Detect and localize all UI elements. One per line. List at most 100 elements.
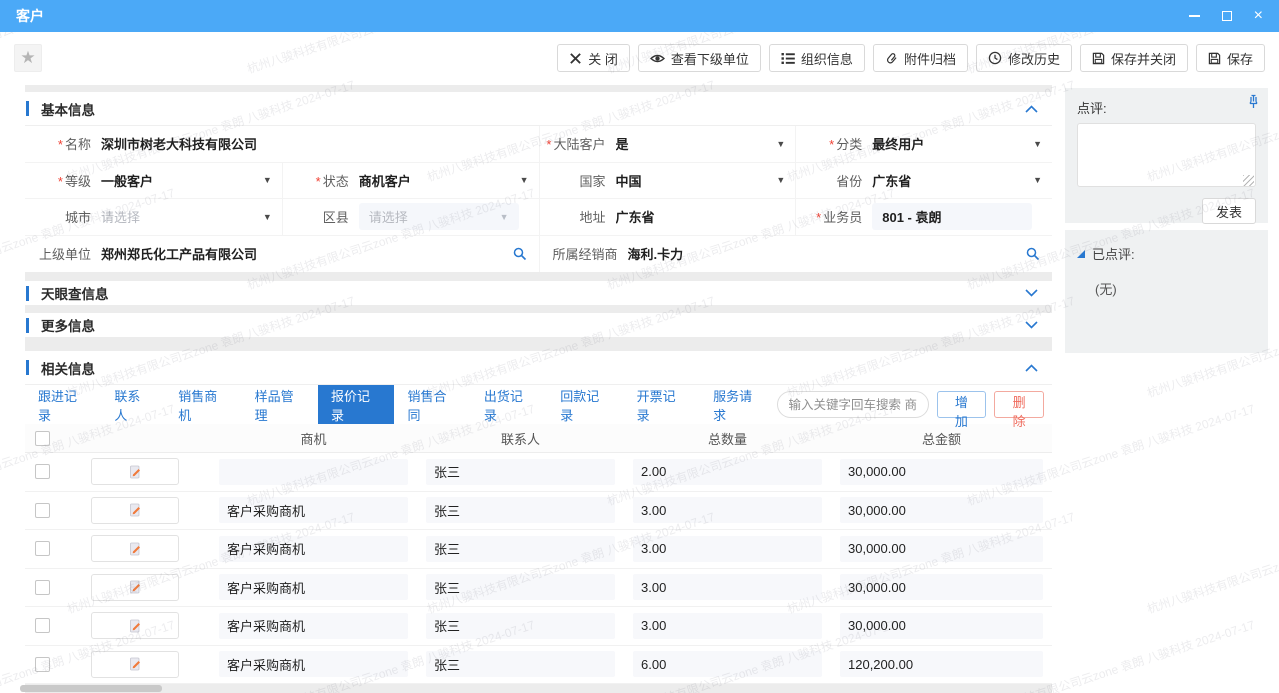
salesperson-input[interactable]: 801 - 袁朗 xyxy=(872,203,1052,230)
level-select[interactable]: 一般客户▼ xyxy=(101,171,282,190)
chevron-down-icon: ▼ xyxy=(1027,139,1042,149)
row-edit-button[interactable] xyxy=(91,612,179,639)
quantity-cell[interactable]: 2.00 xyxy=(633,459,822,485)
view-subordinates-button[interactable]: 查看下级单位 xyxy=(638,44,761,72)
row-edit-button[interactable] xyxy=(91,574,179,601)
contact-cell[interactable]: 张三 xyxy=(426,613,615,639)
favorite-button[interactable]: ★ xyxy=(14,44,42,72)
save-button[interactable]: 保存 xyxy=(1196,44,1265,72)
tab-opportunities[interactable]: 销售商机 xyxy=(165,385,241,424)
contact-cell[interactable]: 张三 xyxy=(426,574,615,600)
add-button[interactable]: 增加 xyxy=(937,391,987,418)
field-category: 分类 最终用户 ▼ xyxy=(795,126,1052,162)
mainland-select[interactable]: 是▼ xyxy=(616,134,796,153)
opportunity-cell[interactable] xyxy=(219,459,408,485)
history-button[interactable]: 修改历史 xyxy=(976,44,1072,72)
row-edit-button[interactable] xyxy=(91,651,179,678)
quantity-cell[interactable]: 3.00 xyxy=(633,497,822,523)
horizontal-scrollbar[interactable] xyxy=(20,685,162,692)
field-name: 名称 深圳市树老大科技有限公司 xyxy=(25,126,539,162)
contact-cell[interactable]: 张三 xyxy=(426,651,615,677)
section-accent-bar xyxy=(26,286,29,301)
row-checkbox[interactable] xyxy=(35,464,50,479)
category-label: 分类 xyxy=(796,134,872,153)
tab-follow-records[interactable]: 跟进记录 xyxy=(25,385,101,424)
contact-cell[interactable]: 张三 xyxy=(426,459,615,485)
row-checkbox[interactable] xyxy=(35,503,50,518)
publish-button[interactable]: 发表 xyxy=(1202,198,1256,224)
distributor-lookup[interactable]: 海利.卡力 xyxy=(628,244,1053,263)
address-input[interactable]: 广东省 xyxy=(616,207,796,226)
save-and-close-button[interactable]: 保存并关闭 xyxy=(1080,44,1188,72)
distributor-value: 海利.卡力 xyxy=(628,244,684,263)
opportunity-cell[interactable]: 客户采购商机 xyxy=(219,497,408,523)
form-row-2: 等级 一般客户▼ 状态 商机客户▼ 国家 中国▼ 省份 广东省▼ xyxy=(25,163,1052,200)
maximize-button[interactable] xyxy=(1222,11,1232,21)
search-icon[interactable] xyxy=(513,247,527,261)
opportunity-cell[interactable]: 客户采购商机 xyxy=(219,613,408,639)
category-value: 最终用户 xyxy=(872,134,924,153)
opportunity-cell[interactable]: 客户采购商机 xyxy=(219,574,408,600)
row-edit-button[interactable] xyxy=(91,535,179,562)
tab-shipment-records[interactable]: 出货记录 xyxy=(471,385,547,424)
section-accent-bar xyxy=(26,360,29,375)
row-edit-button[interactable] xyxy=(91,458,179,485)
quantity-cell[interactable]: 3.00 xyxy=(633,574,822,600)
city-select[interactable]: 请选择▼ xyxy=(101,207,282,226)
amount-cell[interactable]: 30,000.00 xyxy=(840,536,1043,562)
select-all-checkbox[interactable] xyxy=(35,431,50,446)
comment-textarea[interactable] xyxy=(1077,123,1256,187)
org-info-button[interactable]: 组织信息 xyxy=(769,44,865,72)
province-select[interactable]: 广东省▼ xyxy=(872,171,1052,190)
tab-contacts[interactable]: 联系人 xyxy=(101,385,165,424)
save-label: 保存 xyxy=(1227,49,1253,68)
basic-info-header: 基本信息 xyxy=(25,92,1052,126)
expand-tianyancha-button[interactable] xyxy=(1025,289,1038,297)
name-label: 名称 xyxy=(25,134,101,153)
amount-cell[interactable]: 30,000.00 xyxy=(840,574,1043,600)
tab-service-requests[interactable]: 服务请求 xyxy=(700,385,776,424)
row-checkbox[interactable] xyxy=(35,580,50,595)
quantity-cell[interactable]: 3.00 xyxy=(633,613,822,639)
keyword-search-input[interactable] xyxy=(777,391,929,418)
quantity-cell[interactable]: 3.00 xyxy=(633,536,822,562)
tab-samples[interactable]: 样品管理 xyxy=(242,385,318,424)
pin-icon[interactable] xyxy=(1247,94,1260,112)
collapse-basic-button[interactable] xyxy=(1025,105,1038,113)
close-icon: × xyxy=(1254,8,1263,24)
close-window-button[interactable]: × xyxy=(1254,8,1263,24)
amount-cell[interactable]: 30,000.00 xyxy=(840,459,1043,485)
amount-cell[interactable]: 30,000.00 xyxy=(840,613,1043,639)
quantity-cell[interactable]: 6.00 xyxy=(633,651,822,677)
status-select[interactable]: 商机客户▼ xyxy=(359,171,539,190)
name-input[interactable]: 深圳市树老大科技有限公司 xyxy=(101,134,539,153)
row-checkbox[interactable] xyxy=(35,541,50,556)
tab-invoice-records[interactable]: 开票记录 xyxy=(624,385,700,424)
category-select[interactable]: 最终用户 ▼ xyxy=(872,134,1052,153)
amount-cell[interactable]: 120,200.00 xyxy=(840,651,1043,677)
tab-quote-records[interactable]: 报价记录 xyxy=(318,385,394,424)
expand-more-info-button[interactable] xyxy=(1025,321,1038,329)
country-select[interactable]: 中国▼ xyxy=(616,171,796,190)
contact-cell[interactable]: 张三 xyxy=(426,536,615,562)
amount-cell[interactable]: 30,000.00 xyxy=(840,497,1043,523)
row-checkbox[interactable] xyxy=(35,618,50,633)
star-icon: ★ xyxy=(20,48,35,68)
delete-button[interactable]: 删除 xyxy=(994,391,1044,418)
district-label: 区县 xyxy=(283,207,359,226)
parent-unit-lookup[interactable]: 郑州郑氏化工产品有限公司 xyxy=(101,244,539,263)
row-edit-button[interactable] xyxy=(91,497,179,524)
search-icon[interactable] xyxy=(1026,247,1040,261)
attachments-button[interactable]: 附件归档 xyxy=(873,44,968,72)
opportunity-cell[interactable]: 客户采购商机 xyxy=(219,536,408,562)
tab-sales-contracts[interactable]: 销售合同 xyxy=(394,385,470,424)
close-record-button[interactable]: 关 闭 xyxy=(557,44,630,72)
opportunity-cell[interactable]: 客户采购商机 xyxy=(219,651,408,677)
minimize-button[interactable] xyxy=(1189,15,1200,17)
paperclip-icon xyxy=(885,51,898,65)
row-checkbox[interactable] xyxy=(35,657,50,672)
contact-cell[interactable]: 张三 xyxy=(426,497,615,523)
collapse-related-button[interactable] xyxy=(1025,364,1038,372)
tab-payment-records[interactable]: 回款记录 xyxy=(547,385,623,424)
commented-header[interactable]: 已点评: xyxy=(1077,244,1256,263)
